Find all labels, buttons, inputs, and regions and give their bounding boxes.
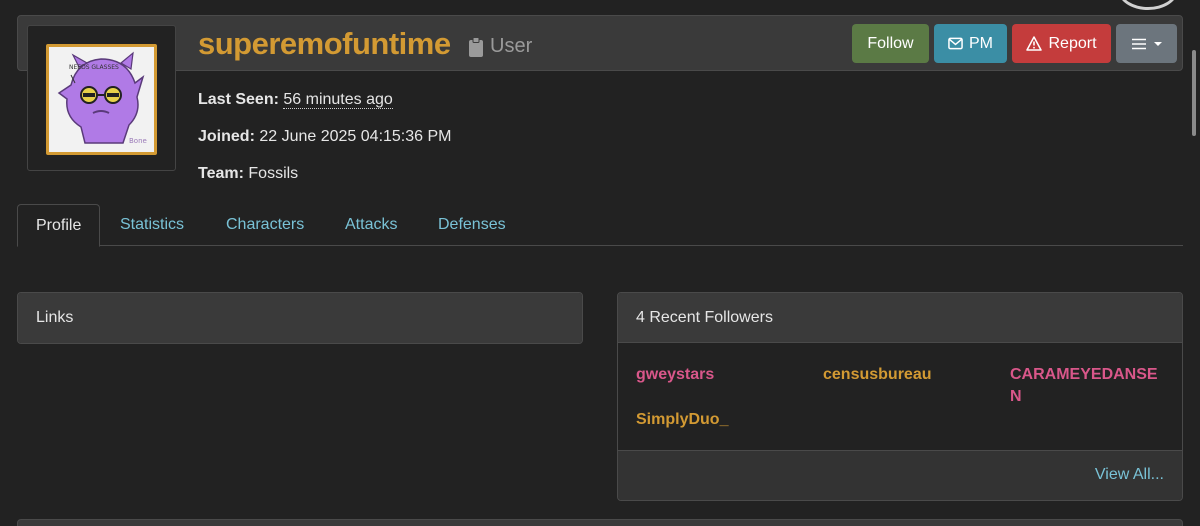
tab-defenses[interactable]: Defenses [420, 204, 524, 246]
report-button[interactable]: Report [1012, 24, 1111, 63]
caret-down-icon [1153, 41, 1162, 46]
avatar-caption: NEEDS GLASSES [69, 64, 119, 71]
last-seen-label: Last Seen: [198, 91, 279, 108]
profile-username: superemofuntime [198, 26, 451, 61]
corner-badge-icon [1118, 0, 1178, 10]
hamburger-menu-icon [1131, 38, 1146, 49]
avatar-signature: Bone [129, 137, 147, 145]
follow-button[interactable]: Follow [852, 24, 929, 63]
view-all-followers-link[interactable]: View All... [1095, 466, 1164, 484]
follower-link-gweystars[interactable]: gweystars [636, 364, 786, 386]
links-card: Links [17, 292, 583, 344]
tab-attacks[interactable]: Attacks [327, 204, 415, 246]
profile-actions: Follow PM Report [852, 24, 1177, 63]
last-seen-value[interactable]: 56 minutes ago [283, 91, 393, 109]
joined-row: Joined: 22 June 2025 04:15:36 PM [198, 128, 452, 146]
followers-card: 4 Recent Followers gweystars censusburea… [617, 292, 1183, 501]
follow-button-label: Follow [867, 34, 914, 52]
more-menu-button[interactable] [1116, 24, 1177, 63]
team-label: Team: [198, 165, 244, 182]
joined-value: 22 June 2025 04:15:36 PM [259, 128, 452, 145]
role-badge: User [468, 35, 532, 58]
clipboard-icon [469, 36, 483, 57]
avatar: NEEDS GLASSES Bone [46, 44, 157, 155]
next-section-header [17, 519, 1183, 526]
followers-card-footer: View All... [618, 450, 1182, 500]
page-scrollbar[interactable] [1192, 50, 1196, 136]
follower-link-carameyedansen[interactable]: CARAMEYEDANSEN [1010, 364, 1160, 408]
avatar-drawing: NEEDS GLASSES Bone [49, 47, 154, 152]
pm-button-label: PM [969, 34, 993, 52]
warning-triangle-icon [1026, 36, 1043, 51]
team-row: Team: Fossils [198, 165, 298, 183]
report-button-label: Report [1048, 34, 1097, 52]
pm-button[interactable]: PM [934, 24, 1007, 63]
tab-statistics[interactable]: Statistics [102, 204, 202, 246]
follower-link-simplyduo[interactable]: SimplyDuo_ [636, 409, 786, 431]
follower-link-censusbureau[interactable]: censusbureau [823, 364, 973, 386]
tab-profile[interactable]: Profile [17, 204, 101, 247]
envelope-icon [948, 37, 963, 50]
team-value: Fossils [248, 165, 299, 182]
role-label: User [490, 35, 533, 57]
avatar-container: NEEDS GLASSES Bone [27, 25, 176, 171]
followers-card-title: 4 Recent Followers [618, 293, 1182, 343]
tab-characters[interactable]: Characters [208, 204, 322, 246]
joined-label: Joined: [198, 128, 255, 145]
links-card-title: Links [18, 293, 582, 343]
last-seen-row: Last Seen: 56 minutes ago [198, 91, 393, 109]
